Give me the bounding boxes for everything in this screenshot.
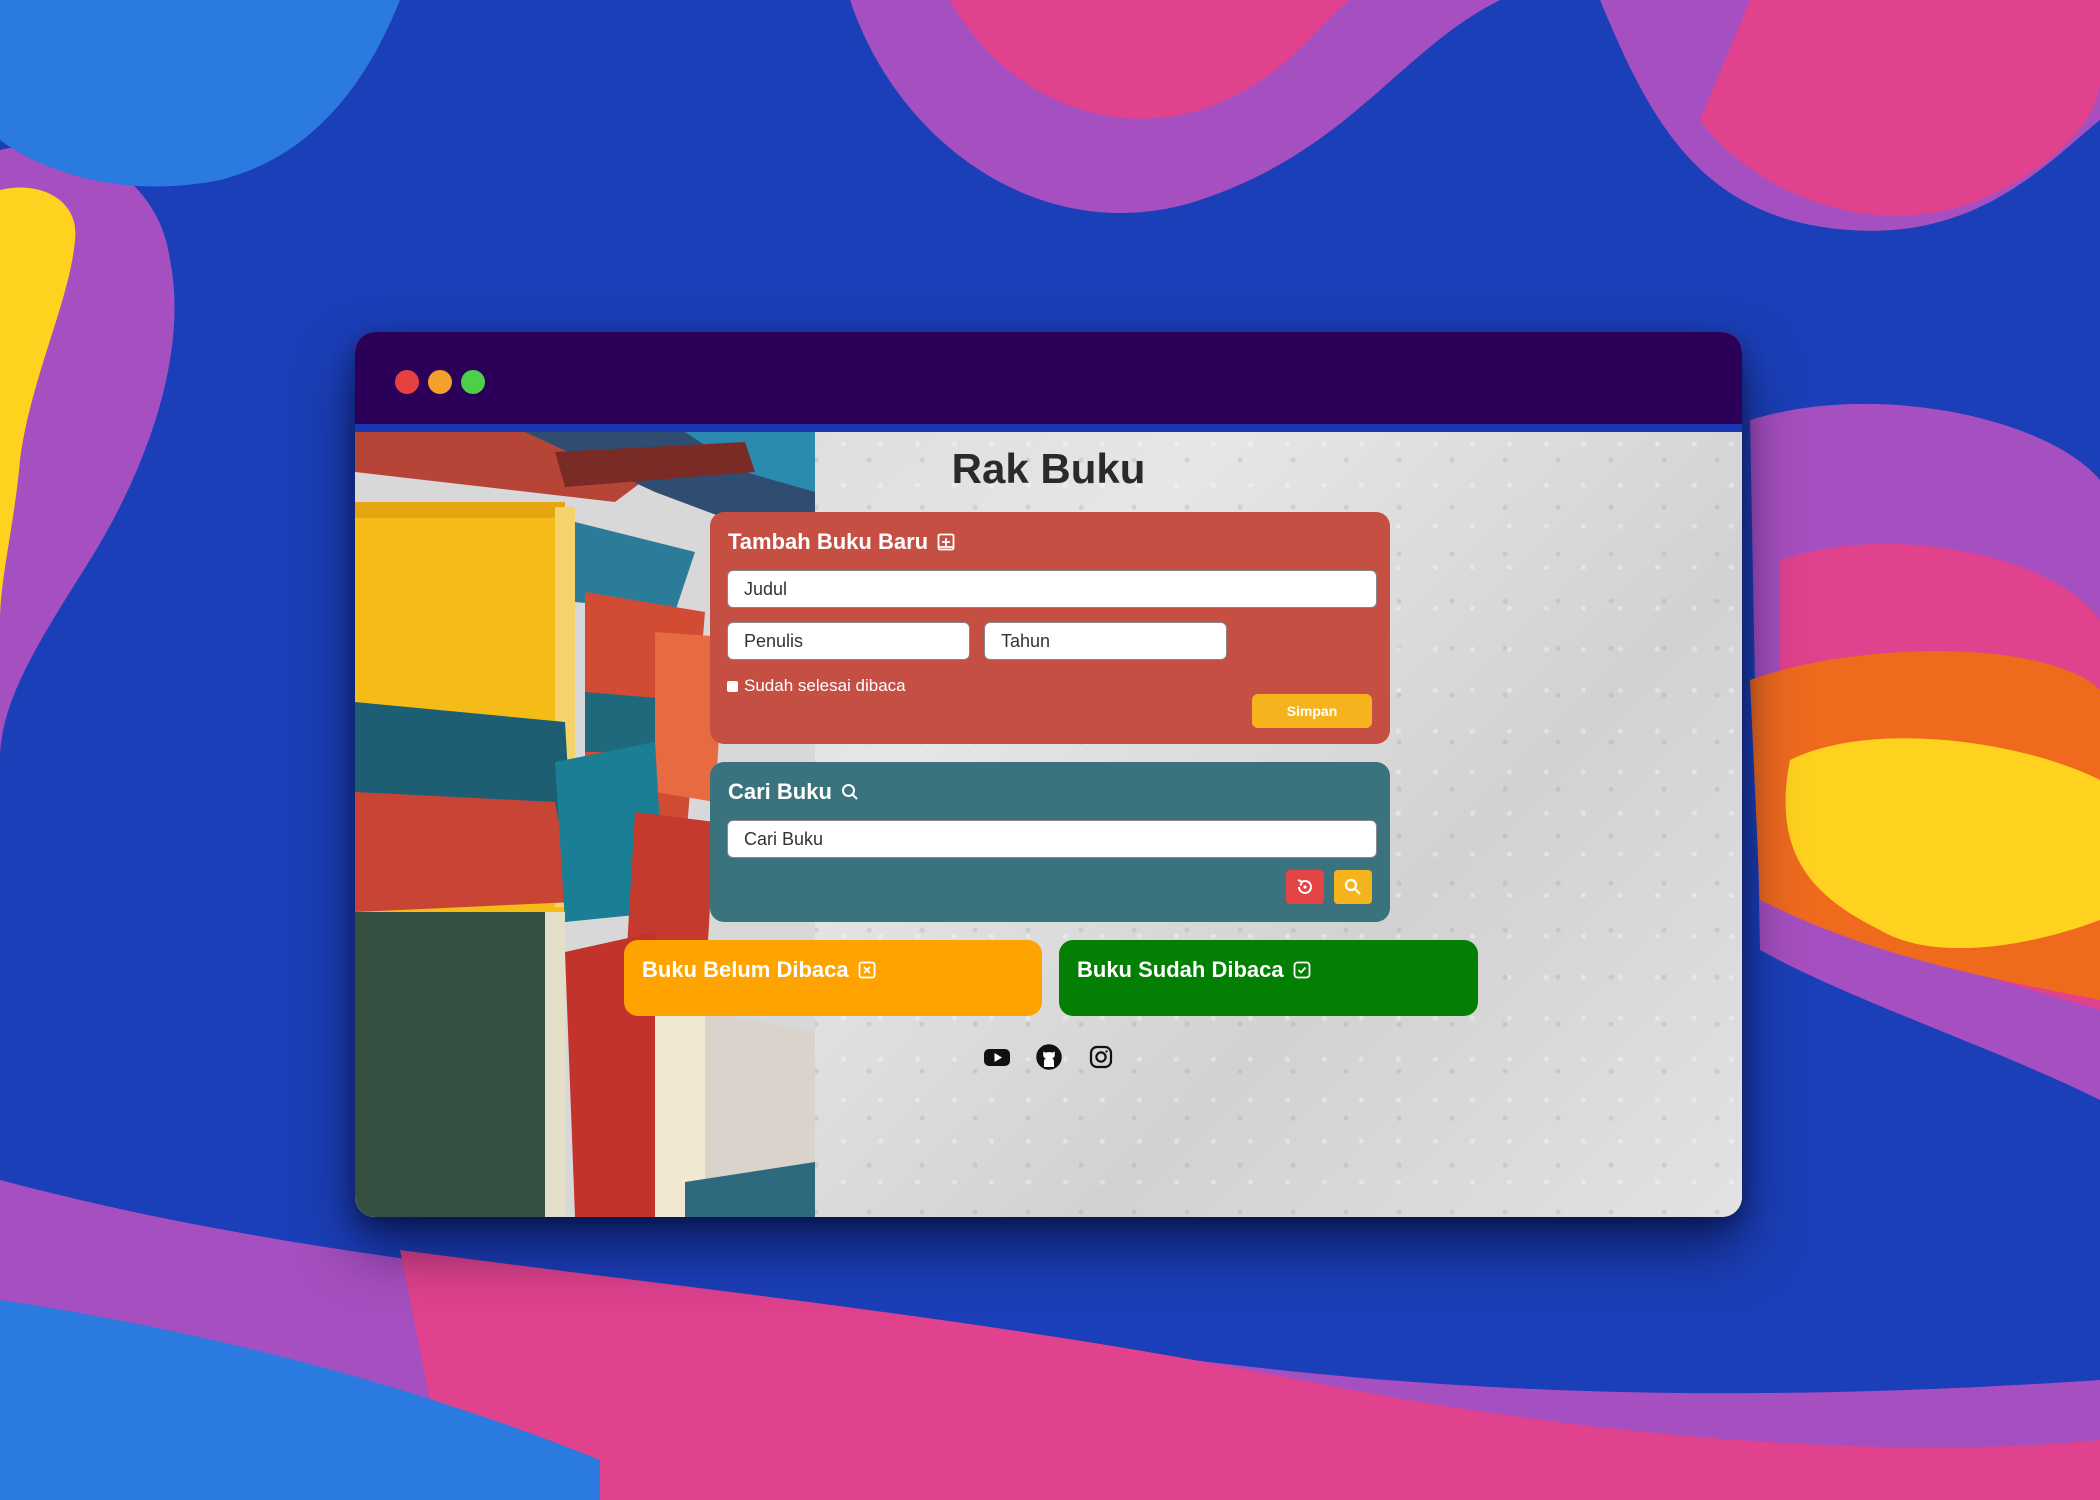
github-icon [1035,1044,1062,1070]
search-input[interactable] [727,820,1377,858]
page-content: Rak Buku Tambah Buku Baru Sudah selesai … [355,432,1742,1217]
maximize-window-button[interactable] [461,370,485,394]
search-button[interactable] [1334,870,1372,904]
read-shelf-heading: Buku Sudah Dibaca [1077,957,1460,983]
year-input[interactable] [984,622,1227,660]
reset-icon [1297,879,1312,894]
search-heading: Cari Buku [728,779,1372,805]
unread-shelf-heading-text: Buku Belum Dibaca [642,957,849,982]
add-book-heading: Tambah Buku Baru [728,529,1372,555]
title-bar [355,332,1742,432]
youtube-icon [983,1049,1010,1066]
book-add-icon [937,533,955,551]
read-shelf-heading-text: Buku Sudah Dibaca [1077,957,1284,982]
finished-checkbox-row[interactable]: Sudah selesai dibaca [727,676,906,696]
social-links [355,1042,1742,1072]
minimize-window-button[interactable] [428,370,452,394]
search-heading-text: Cari Buku [728,779,832,804]
search-book-card: Cari Buku [710,762,1390,922]
search-icon [841,784,858,800]
unread-shelf-heading: Buku Belum Dibaca [642,957,1024,983]
browser-window: Rak Buku Tambah Buku Baru Sudah selesai … [355,332,1742,1217]
unread-shelf-card: Buku Belum Dibaca [624,940,1042,1016]
instagram-link[interactable] [1086,1042,1116,1072]
instagram-icon [1089,1045,1112,1069]
page-title: Rak Buku [951,445,1146,492]
read-shelf-card: Buku Sudah Dibaca [1059,940,1478,1016]
youtube-link[interactable] [982,1042,1012,1072]
check-square-icon [1293,961,1310,979]
author-input[interactable] [727,622,970,660]
add-book-heading-text: Tambah Buku Baru [728,529,929,554]
close-window-button[interactable] [395,370,419,394]
add-book-card: Tambah Buku Baru Sudah selesai dibaca Si… [710,512,1390,744]
github-link[interactable] [1034,1042,1064,1072]
search-icon [1344,878,1361,895]
title-input[interactable] [727,570,1377,608]
save-button[interactable]: Simpan [1252,694,1372,728]
reset-search-button[interactable] [1286,870,1324,904]
finished-checkbox[interactable] [727,680,738,692]
finished-checkbox-label: Sudah selesai dibaca [744,676,906,695]
x-square-icon [858,961,876,979]
